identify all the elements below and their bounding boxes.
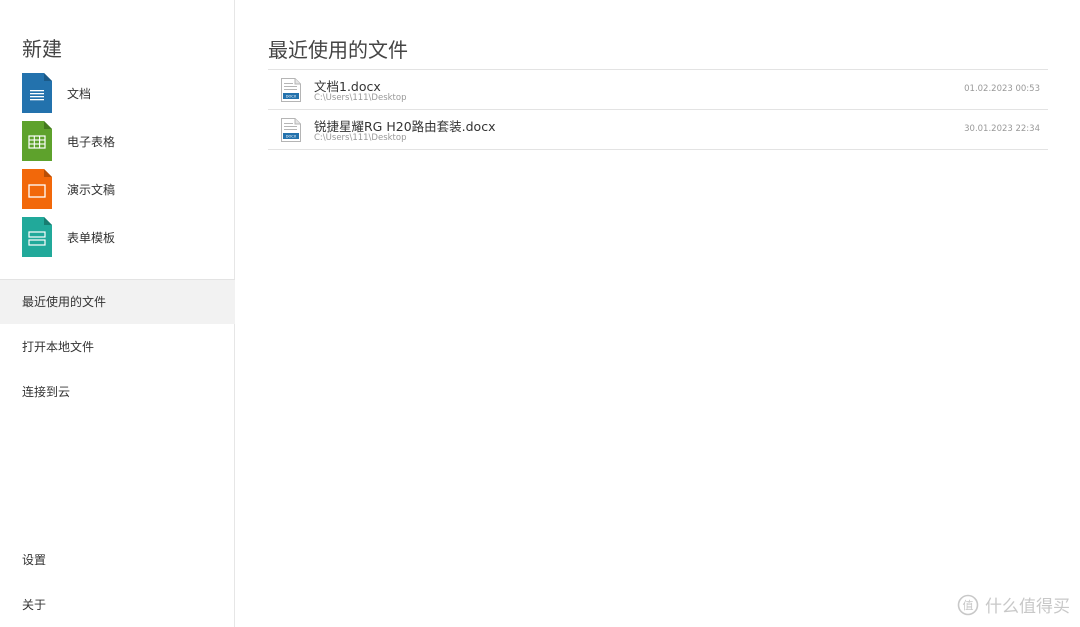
new-form-template-button[interactable]: 表单模板 (22, 217, 222, 257)
presentation-icon (22, 169, 52, 209)
recent-file-list: DOCX 文档1.docx C:\Users\111\Desktop 01.02… (268, 69, 1048, 150)
watermark-text: 什么值得买 (985, 597, 1070, 617)
document-icon (22, 73, 52, 113)
new-section-title: 新建 (22, 37, 62, 61)
svg-text:值: 值 (963, 599, 974, 612)
nav-item-open-local-file[interactable]: 打开本地文件 (0, 325, 235, 369)
docx-file-icon: DOCX (281, 118, 301, 142)
recent-file-date: 01.02.2023 00:53 (964, 84, 1040, 94)
recent-file-path: C:\Users\111\Desktop (314, 93, 407, 103)
watermark: 值 什么值得买 (957, 592, 1070, 617)
zhidemai-logo: 值 (957, 594, 979, 615)
new-presentation-button[interactable]: 演示文稿 (22, 169, 222, 209)
nav-item-connect-cloud[interactable]: 连接到云 (0, 370, 235, 414)
form-template-icon (22, 217, 52, 257)
new-file-list: 文档 电子表格 演示文稿 表单模板 (22, 73, 222, 265)
app-window: 新建 文档 电子表格 演示文稿 表单模板 最近使用的文件 打开本地文件 连接到云… (0, 0, 1080, 627)
recent-file-path: C:\Users\111\Desktop (314, 133, 407, 143)
sidebar: 新建 文档 电子表格 演示文稿 表单模板 最近使用的文件 打开本地文件 连接到云… (0, 0, 235, 627)
docx-file-icon: DOCX (281, 78, 301, 102)
new-presentation-label: 演示文稿 (67, 182, 116, 197)
nav-item-settings[interactable]: 设置 (0, 538, 235, 582)
main-panel: 最近使用的文件 DOCX 文档1.docx C:\Users\111\Deskt… (268, 0, 1048, 627)
new-spreadsheet-button[interactable]: 电子表格 (22, 121, 222, 161)
new-document-button[interactable]: 文档 (22, 73, 222, 113)
nav-item-recent-files[interactable]: 最近使用的文件 (0, 280, 235, 324)
svg-text:DOCX: DOCX (286, 135, 297, 139)
new-form-template-label: 表单模板 (67, 230, 116, 245)
recent-file-date: 30.01.2023 22:34 (964, 124, 1040, 134)
sidebar-bottom-nav: 设置 关于 (0, 538, 235, 627)
recent-file-row[interactable]: DOCX 锐捷星耀RG H20路由套装.docx C:\Users\111\De… (268, 110, 1048, 150)
svg-text:DOCX: DOCX (286, 95, 297, 99)
sidebar-nav: 最近使用的文件 打开本地文件 连接到云 (0, 280, 235, 415)
recent-file-row[interactable]: DOCX 文档1.docx C:\Users\111\Desktop 01.02… (268, 70, 1048, 110)
new-spreadsheet-label: 电子表格 (67, 134, 116, 149)
nav-item-about[interactable]: 关于 (0, 583, 235, 627)
spreadsheet-icon (22, 121, 52, 161)
new-document-label: 文档 (67, 86, 92, 101)
page-title: 最近使用的文件 (268, 38, 408, 62)
